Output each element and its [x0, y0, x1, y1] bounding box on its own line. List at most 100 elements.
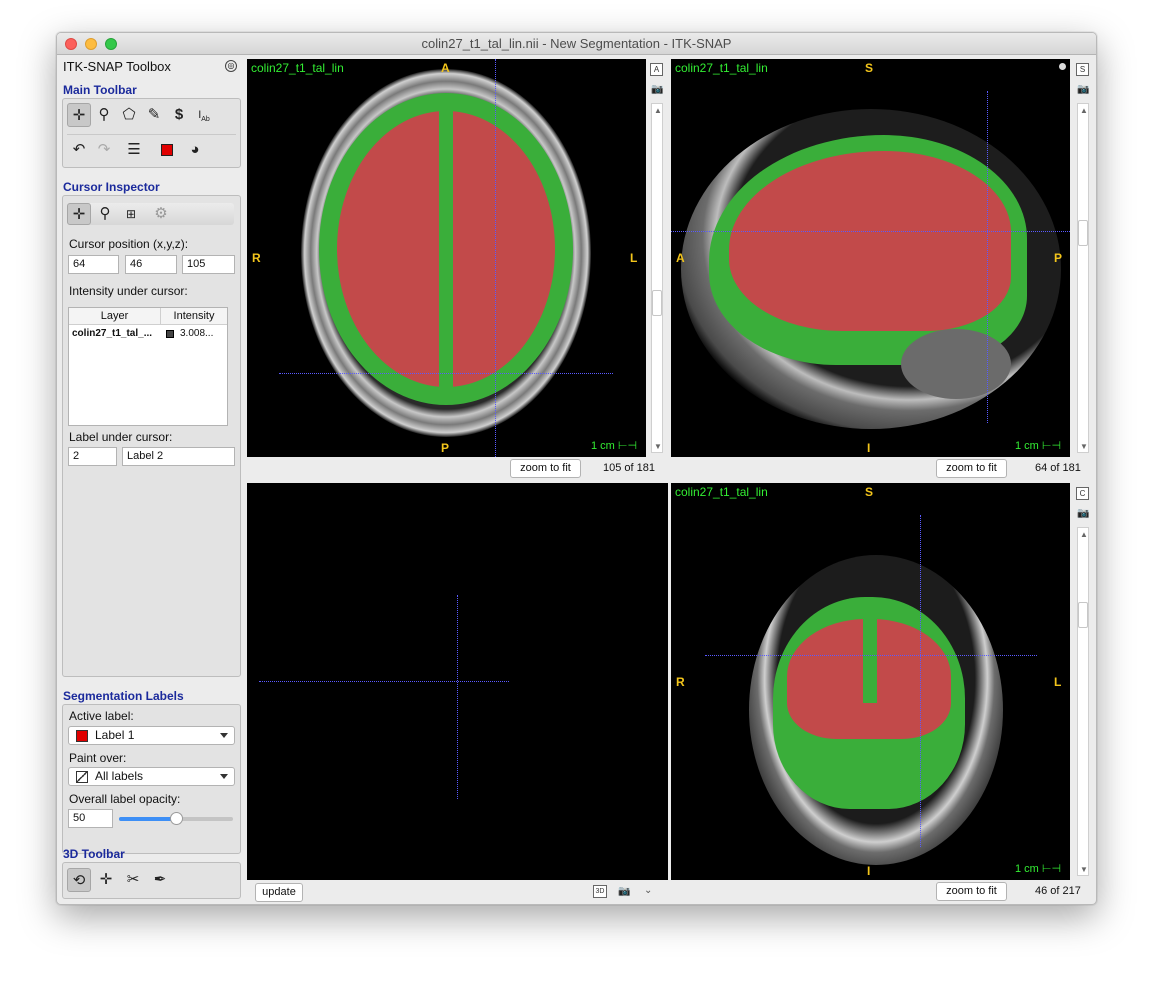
- inspector-sync-icon[interactable]: ⚙: [149, 203, 173, 225]
- label-color-icon[interactable]: [155, 138, 179, 162]
- scroll-up-icon[interactable]: ▲: [1080, 530, 1088, 539]
- opacity-slider-knob[interactable]: [170, 812, 183, 825]
- coronal-slice-scrollbar[interactable]: ▲ ▼: [1077, 527, 1089, 876]
- table-header-layer[interactable]: Layer: [69, 308, 161, 325]
- sagittal-orient-bottom: I: [867, 441, 871, 455]
- 3d-scalpel-icon[interactable]: ✂: [121, 868, 145, 892]
- coronal-scale-label: 1 cm: [1015, 863, 1039, 875]
- segmentation-labels-title: Segmentation Labels: [63, 689, 184, 703]
- coronal-zoom-to-fit-button[interactable]: zoom to fit: [936, 882, 1007, 901]
- cursor-z-field[interactable]: 105: [182, 255, 235, 274]
- minimize-window-button[interactable]: [85, 38, 97, 50]
- sagittal-scroll-thumb[interactable]: [1078, 220, 1088, 246]
- axial-midline: [439, 99, 453, 399]
- sagittal-orient-left: A: [676, 251, 685, 265]
- undock-icon[interactable]: ◎: [225, 60, 237, 72]
- segmentation-labels-panel: Active label: Label 1 Paint over: All la…: [62, 704, 241, 854]
- layers-icon[interactable]: ☰: [122, 138, 146, 162]
- paintbrush-tool-icon[interactable]: ✎: [142, 103, 166, 127]
- opacity-label: Overall label opacity:: [69, 792, 181, 806]
- sagittal-layout-button[interactable]: S: [1076, 63, 1089, 76]
- opacity-slider[interactable]: [119, 812, 233, 825]
- redo-icon[interactable]: ↷: [92, 138, 116, 162]
- 3d-layout-button[interactable]: 3D: [593, 885, 607, 898]
- sagittal-orient-right: P: [1054, 251, 1063, 265]
- coronal-layer-label: colin27_t1_tal_lin: [675, 485, 768, 499]
- 3d-crosshair-icon[interactable]: ✛: [94, 868, 118, 892]
- sagittal-scalebar: 1 cm ⊢⊣: [1015, 440, 1062, 452]
- scroll-down-icon[interactable]: ▼: [1080, 442, 1088, 451]
- 3d-view[interactable]: [247, 483, 668, 880]
- inspector-crosshair-icon[interactable]: ✛: [67, 203, 91, 225]
- camera-icon[interactable]: 📷: [618, 887, 630, 897]
- cursor-x-field[interactable]: 64: [68, 255, 119, 274]
- close-window-button[interactable]: [65, 38, 77, 50]
- coronal-view[interactable]: colin27_t1_tal_lin S I R L 1 cm ⊢⊣: [671, 483, 1070, 880]
- palette-icon[interactable]: ◕: [183, 138, 207, 162]
- axial-orient-left: R: [252, 251, 261, 265]
- axial-view[interactable]: colin27_t1_tal_lin A P R L 1 cm ⊢⊣: [247, 59, 646, 457]
- row-intensity: 3.008...: [180, 328, 214, 339]
- window-title: colin27_t1_tal_lin.nii - New Segmentatio…: [421, 36, 732, 51]
- axial-layout-button[interactable]: A: [650, 63, 663, 76]
- 3d-spray-icon[interactable]: ✒: [148, 868, 172, 892]
- scroll-up-icon[interactable]: ▲: [1080, 106, 1088, 115]
- scroll-up-icon[interactable]: ▲: [654, 106, 662, 115]
- zoom-window-button[interactable]: [105, 38, 117, 50]
- axial-scroll-thumb[interactable]: [652, 290, 662, 316]
- sagittal-slice-scrollbar[interactable]: ▲ ▼: [1077, 103, 1089, 453]
- zoom-tool-icon[interactable]: ⚲: [92, 103, 116, 127]
- axial-slice-indicator: 105 of 181: [603, 462, 655, 474]
- view-options-icon[interactable]: [1059, 63, 1066, 70]
- paint-over-combo[interactable]: All labels: [68, 767, 235, 786]
- table-header-intensity[interactable]: Intensity: [161, 308, 227, 325]
- axial-slice-scrollbar[interactable]: ▲ ▼: [651, 103, 663, 453]
- all-labels-swatch: [76, 771, 88, 783]
- axial-scale-label: 1 cm: [591, 440, 615, 452]
- polygon-tool-icon[interactable]: ⬠: [117, 103, 141, 127]
- title-bar: colin27_t1_tal_lin.nii - New Segmentatio…: [57, 33, 1096, 55]
- axial-zoom-to-fit-button[interactable]: zoom to fit: [510, 459, 581, 478]
- toolbox-panel: ITK-SNAP Toolbox ◎ Main Toolbar ✛ ⚲ ⬠ ✎ …: [57, 55, 245, 904]
- sagittal-scale-label: 1 cm: [1015, 440, 1039, 452]
- cursor-inspector-panel: ✛ ⚲ ⊞ ⚙ Cursor position (x,y,z): 64 46 1…: [62, 195, 241, 677]
- active-label-combo[interactable]: Label 1: [68, 726, 235, 745]
- chevron-down-icon: [220, 774, 228, 779]
- coronal-crosshair-v: [920, 515, 921, 847]
- sagittal-view[interactable]: colin27_t1_tal_lin S I A P 1 cm ⊢⊣: [671, 59, 1070, 457]
- scroll-down-icon[interactable]: ▼: [1080, 865, 1088, 874]
- coronal-layout-button[interactable]: C: [1076, 487, 1089, 500]
- annotation-tool-icon[interactable]: IAb: [192, 103, 216, 127]
- chevron-down-icon[interactable]: ⌄: [644, 885, 652, 896]
- coronal-orient-left: R: [676, 675, 685, 689]
- 3d-toolbar: ⟲ ✛ ✂ ✒: [62, 862, 241, 899]
- 3d-rotate-icon[interactable]: ⟲: [67, 868, 91, 892]
- inspector-zoom-icon[interactable]: ⚲: [93, 203, 117, 225]
- label-id-field: 2: [68, 447, 117, 466]
- active-label-label: Active label:: [69, 709, 134, 723]
- camera-icon[interactable]: 📷: [1077, 509, 1089, 519]
- paint-over-label: Paint over:: [69, 751, 127, 765]
- cursor-y-field[interactable]: 46: [125, 255, 177, 274]
- active-label-value: Label 1: [95, 728, 135, 742]
- axial-view-sidebar: A 📷 ▲ ▼: [648, 59, 666, 457]
- inspector-grid-icon[interactable]: ⊞: [119, 203, 143, 225]
- snake-tool-icon[interactable]: $: [167, 103, 191, 127]
- coronal-scroll-thumb[interactable]: [1078, 602, 1088, 628]
- coronal-view-sidebar: C 📷 ▲ ▼: [1074, 483, 1092, 880]
- coronal-midline: [863, 603, 877, 703]
- 3d-update-button[interactable]: update: [255, 883, 303, 902]
- opacity-field[interactable]: 50: [68, 809, 113, 828]
- sagittal-view-sidebar: S 📷 ▲ ▼: [1074, 59, 1092, 457]
- scroll-down-icon[interactable]: ▼: [654, 442, 662, 451]
- camera-icon[interactable]: 📷: [651, 85, 663, 95]
- crosshair-tool-icon[interactable]: ✛: [67, 103, 91, 127]
- opacity-slider-fill: [119, 817, 176, 821]
- cursor-position-label: Cursor position (x,y,z):: [69, 237, 189, 251]
- camera-icon[interactable]: 📷: [1077, 85, 1089, 95]
- 3d-crosshair-v: [457, 595, 458, 799]
- label-under-cursor-label: Label under cursor:: [69, 430, 173, 444]
- sagittal-zoom-to-fit-button[interactable]: zoom to fit: [936, 459, 1007, 478]
- undo-icon[interactable]: ↶: [67, 138, 91, 162]
- main-toolbar-title: Main Toolbar: [63, 83, 137, 97]
